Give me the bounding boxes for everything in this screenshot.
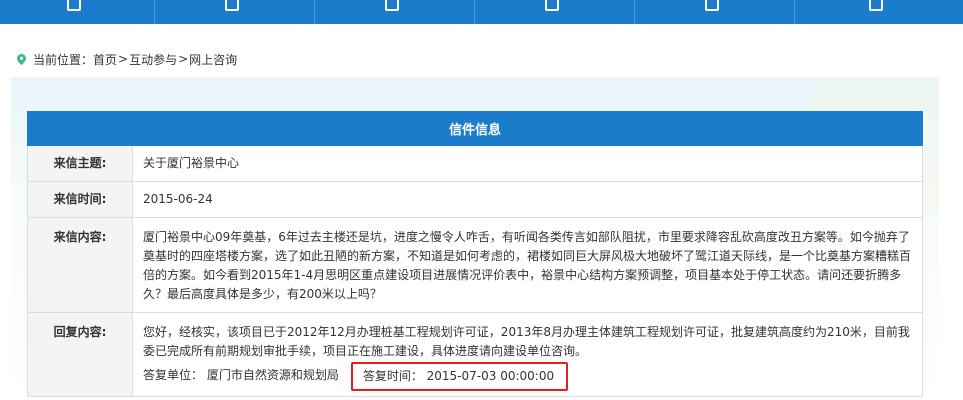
reply-value: 您好，经核实，该项目已于2012年12月办理桩基工程规划许可证，2013年8月办… [143, 325, 910, 358]
nav-item-2[interactable] [155, 0, 315, 24]
breadcrumb: 当前位置： 首页 > 互动参与 > 网上咨询 [0, 44, 963, 74]
breadcrumb-separator: > [178, 52, 189, 66]
breadcrumb-consultation[interactable]: 网上咨询 [189, 51, 237, 68]
table-row-content: 来信内容: 厦门裕景中心09年奠基，6年过去主楼还是坑，进度之慢令人咋舌，有听闻… [27, 217, 923, 313]
table-row-subject: 来信主题: 关于厦门裕景中心 [27, 145, 923, 182]
breadcrumb-separator: > [118, 52, 129, 66]
subject-label: 来信主题: [27, 145, 133, 182]
content-value: 厦门裕景中心09年奠基，6年过去主楼还是坑，进度之慢令人咋舌，有听闻各类传言如部… [132, 217, 923, 313]
home-icon [67, 0, 81, 11]
table-heading: 信件信息 [27, 111, 923, 146]
breadcrumb-prefix: 当前位置： [33, 52, 94, 67]
location-pin-icon [17, 53, 26, 65]
nav-item-5[interactable] [635, 0, 795, 24]
chart-icon [224, 0, 239, 11]
hand-icon [384, 0, 399, 11]
nav-item-4[interactable] [475, 0, 635, 24]
reply-cell: 您好，经核实，该项目已于2012年12月办理桩基工程规划许可证，2013年8月办… [132, 312, 923, 397]
date-label: 来信时间: [27, 181, 133, 218]
top-nav [0, 0, 963, 24]
reply-time: 答复时间： 2015-07-03 00:00:00 [350, 362, 569, 391]
table-row-reply: 回复内容: 您好，经核实，该项目已于2012年12月办理桩基工程规划许可证，20… [27, 312, 923, 397]
letter-info-table: 信件信息 来信主题: 关于厦门裕景中心 来信时间: 2015-06-24 来信内… [27, 111, 923, 397]
nav-item-6[interactable] [795, 0, 963, 24]
gear-icon [869, 0, 883, 11]
reply-meta: 答复单位： 厦门市自然资源和规划局 答复时间： 2015-07-03 00:00… [143, 361, 912, 391]
content-label: 来信内容: [27, 217, 133, 313]
reply-unit: 答复单位： 厦门市自然资源和规划局 [143, 368, 339, 382]
table-row-date: 来信时间: 2015-06-24 [27, 181, 923, 218]
nav-item-3[interactable] [315, 0, 475, 24]
nav-item-home[interactable] [0, 0, 155, 24]
breadcrumb-interaction[interactable]: 互动参与 [129, 51, 177, 68]
date-value: 2015-06-24 [132, 181, 923, 218]
breadcrumb-home[interactable]: 首页 [93, 51, 117, 68]
reply-label: 回复内容: [27, 312, 133, 397]
document-icon [704, 0, 719, 11]
chat-icon [544, 0, 559, 11]
subject-value: 关于厦门裕景中心 [132, 145, 923, 182]
